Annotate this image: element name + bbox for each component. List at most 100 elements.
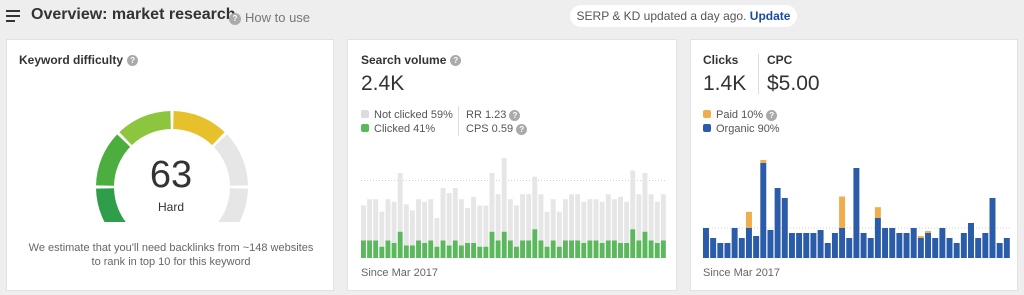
organic-bar xyxy=(910,228,917,258)
kd-note: We estimate that you'll need backlinks f… xyxy=(28,242,314,268)
clicked-bar xyxy=(440,240,446,258)
not-clicked-bar xyxy=(434,218,440,247)
clicked-bar xyxy=(630,229,636,258)
paid-bar xyxy=(745,211,752,228)
clicked-bar xyxy=(483,246,489,258)
not-clicked-bar xyxy=(489,173,495,232)
how-to-use-link[interactable]: ? How to use xyxy=(229,10,310,25)
organic-bar xyxy=(810,233,817,258)
cps-metric: CPS 0.59 ? xyxy=(466,122,528,136)
organic-bar xyxy=(738,238,745,258)
clicked-bar xyxy=(465,243,470,258)
help-icon[interactable]: ? xyxy=(516,123,528,135)
clicked-bar xyxy=(391,243,397,258)
help-icon[interactable]: ? xyxy=(450,55,462,67)
clicked-bar xyxy=(618,243,623,258)
clicks-since: Since Mar 2017 xyxy=(703,267,781,279)
organic-bar xyxy=(989,198,996,258)
not-clicked-bar xyxy=(422,201,428,243)
legend-not-clicked: Not clicked 59% xyxy=(361,108,453,122)
clicks-cpc-card: Clicks CPC 1.4K $5.00 Paid 10% ? Organic… xyxy=(690,39,1018,291)
organic-bar xyxy=(939,228,946,258)
rr-metric: RR 1.23 ? xyxy=(466,108,527,122)
organic-bar xyxy=(975,238,982,258)
not-clicked-bar xyxy=(458,199,464,246)
organic-bar xyxy=(968,223,974,258)
clicked-bar xyxy=(581,243,587,258)
clicked-bar xyxy=(544,246,550,258)
organic-bar xyxy=(874,218,881,258)
not-clicked-bar xyxy=(483,205,489,247)
clicked-bar xyxy=(452,240,458,258)
page-title: Overview: market research xyxy=(31,6,236,23)
not-clicked-bar xyxy=(562,199,568,241)
organic-bar xyxy=(767,230,774,258)
header: Overview: market research ? How to use SE… xyxy=(0,0,1024,34)
not-clicked-bar xyxy=(379,211,385,247)
not-clicked-bar xyxy=(397,173,403,232)
not-clicked-bar xyxy=(477,205,483,247)
not-clicked-bar xyxy=(556,211,562,247)
not-clicked-bar xyxy=(593,199,599,241)
not-clicked-bar xyxy=(465,208,470,243)
help-icon[interactable]: ? xyxy=(766,109,778,121)
not-clicked-bar xyxy=(446,193,452,246)
not-clicked-bar xyxy=(532,176,538,230)
clicked-bar xyxy=(514,246,519,258)
organic-bar xyxy=(925,233,932,258)
not-clicked-bar xyxy=(624,201,630,243)
not-clicked-bar xyxy=(416,199,421,241)
not-clicked-bar xyxy=(471,196,477,243)
clicked-bar xyxy=(611,240,617,258)
clicked-bar xyxy=(593,240,599,258)
update-status-text: SERP & KD updated a day ago. xyxy=(576,9,747,23)
organic-bar xyxy=(932,238,939,258)
rr-label: RR 1.23 xyxy=(466,109,507,121)
not-clicked-label: Not clicked 59% xyxy=(374,109,453,121)
clicked-bar xyxy=(416,240,421,258)
organic-bar xyxy=(953,243,960,258)
gray-swatch-icon xyxy=(361,110,369,118)
legend-organic: Organic 90% xyxy=(703,122,780,136)
not-clicked-bar xyxy=(630,170,636,230)
clicked-bar xyxy=(409,245,415,258)
organic-bar xyxy=(860,233,867,258)
not-clicked-bar xyxy=(520,194,526,241)
kd-level-label: Hard xyxy=(157,200,184,214)
update-status-pill: SERP & KD updated a day ago. Update xyxy=(570,5,797,27)
search-volume-card: Search volume? 2.4K Not clicked 59% Clic… xyxy=(347,39,677,291)
clicked-bar xyxy=(361,240,366,258)
clicks-cpc-divider xyxy=(758,54,759,94)
kd-title: Keyword difficulty? xyxy=(19,53,139,67)
update-link[interactable]: Update xyxy=(750,9,791,23)
green-swatch-icon xyxy=(361,124,369,132)
legend-clicked: Clicked 41% xyxy=(361,122,453,136)
help-icon[interactable]: ? xyxy=(509,109,521,121)
not-clicked-bar xyxy=(403,204,409,246)
not-clicked-bar xyxy=(605,194,611,241)
organic-bar xyxy=(903,233,910,258)
help-icon: ? xyxy=(229,12,241,25)
clicked-bar xyxy=(520,240,526,258)
organic-bar xyxy=(745,228,752,258)
organic-bar xyxy=(803,233,810,258)
clicked-bar xyxy=(648,240,654,258)
clicked-bar xyxy=(367,240,373,258)
not-clicked-bar xyxy=(495,194,501,241)
keyword-difficulty-card: Keyword difficulty? 63 Hard We estimate … xyxy=(6,39,334,291)
paid-bar xyxy=(874,207,881,218)
organic-bar xyxy=(703,228,709,258)
menu-icon[interactable] xyxy=(6,10,20,22)
help-icon[interactable]: ? xyxy=(127,55,139,67)
sv-metrics: RR 1.23 ? CPS 0.59 ? xyxy=(466,108,528,136)
clicked-bar xyxy=(532,229,538,258)
search-volume-chart xyxy=(361,158,667,258)
paid-bar xyxy=(839,196,846,228)
organic-bar xyxy=(917,238,924,258)
clicks-value: 1.4K xyxy=(703,72,747,95)
how-to-use-label: How to use xyxy=(245,10,311,25)
not-clicked-bar xyxy=(618,196,623,243)
clicked-bar xyxy=(489,231,495,258)
clicked-bar xyxy=(556,246,562,258)
not-clicked-bar xyxy=(642,173,648,232)
